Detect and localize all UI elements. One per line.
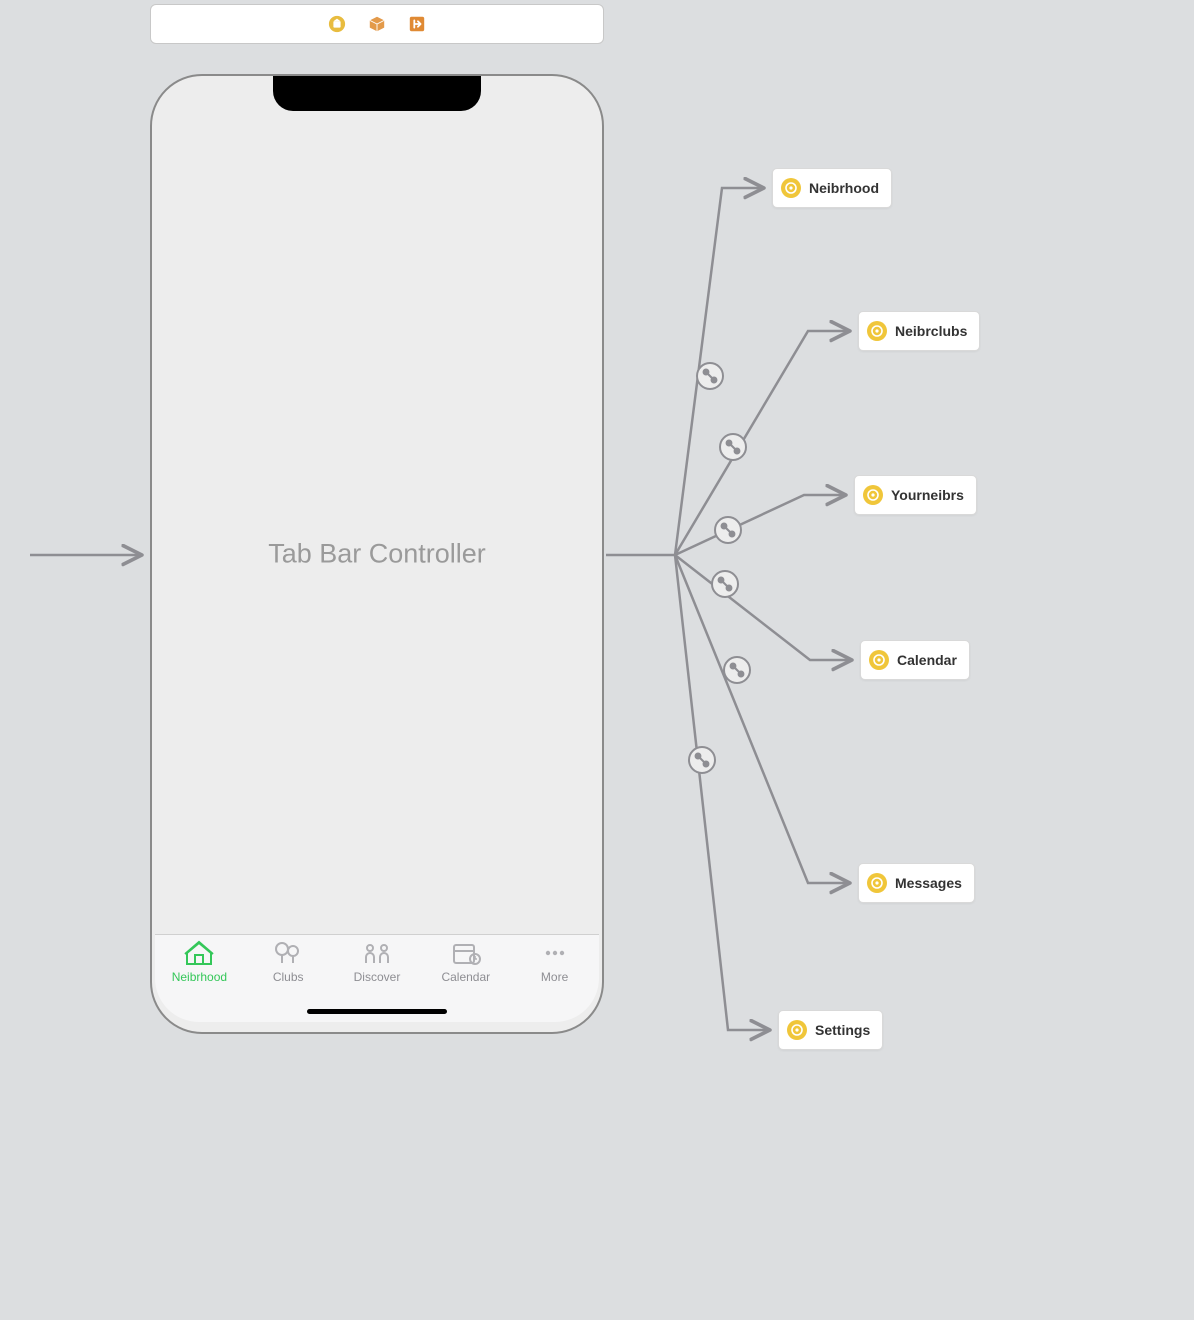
tab-label: Discover — [354, 970, 401, 984]
home-indicator — [307, 1009, 447, 1014]
destination-label: Calendar — [897, 652, 957, 668]
people-icon — [360, 939, 394, 967]
tab-item-neibrhood[interactable]: Neibrhood — [155, 939, 244, 984]
tab-label: Clubs — [273, 970, 304, 984]
controller-circle-icon — [867, 321, 887, 341]
tab-label: Calendar — [441, 970, 490, 984]
destination-label: Settings — [815, 1022, 870, 1038]
destination-pill[interactable]: Yourneibrs — [854, 475, 977, 515]
destination-pill[interactable]: Neibrclubs — [858, 311, 980, 351]
tab-label: Neibrhood — [172, 970, 227, 984]
destination-label: Neibrhood — [809, 180, 879, 196]
tab-item-calendar[interactable]: Calendar — [421, 939, 510, 984]
phone-frame: Tab Bar Controller Neibrhood Clubs Disco… — [150, 74, 604, 1034]
exit-icon[interactable] — [408, 15, 426, 33]
controller-circle-icon — [787, 1020, 807, 1040]
tab-label: More — [541, 970, 568, 984]
destination-pill[interactable]: Settings — [778, 1010, 883, 1050]
controller-circle-icon — [867, 873, 887, 893]
cube-icon[interactable] — [368, 15, 386, 33]
scene-toolbar[interactable] — [150, 4, 604, 44]
destination-label: Neibrclubs — [895, 323, 967, 339]
destination-pill[interactable]: Messages — [858, 863, 975, 903]
phone-notch — [273, 76, 481, 111]
destination-label: Yourneibrs — [891, 487, 964, 503]
more-dots-icon — [538, 939, 572, 967]
destination-pill[interactable]: Calendar — [860, 640, 970, 680]
controller-circle-icon — [863, 485, 883, 505]
calendar-icon — [449, 939, 483, 967]
controller-circle-icon — [869, 650, 889, 670]
tab-item-clubs[interactable]: Clubs — [244, 939, 333, 984]
scene-title: Tab Bar Controller — [152, 539, 602, 570]
scene-circle-icon[interactable] — [328, 15, 346, 33]
tree-group-icon — [271, 939, 305, 967]
tab-item-more[interactable]: More — [510, 939, 599, 984]
house-icon — [182, 939, 216, 967]
destination-pill[interactable]: Neibrhood — [772, 168, 892, 208]
tab-item-discover[interactable]: Discover — [333, 939, 422, 984]
controller-circle-icon — [781, 178, 801, 198]
destination-label: Messages — [895, 875, 962, 891]
